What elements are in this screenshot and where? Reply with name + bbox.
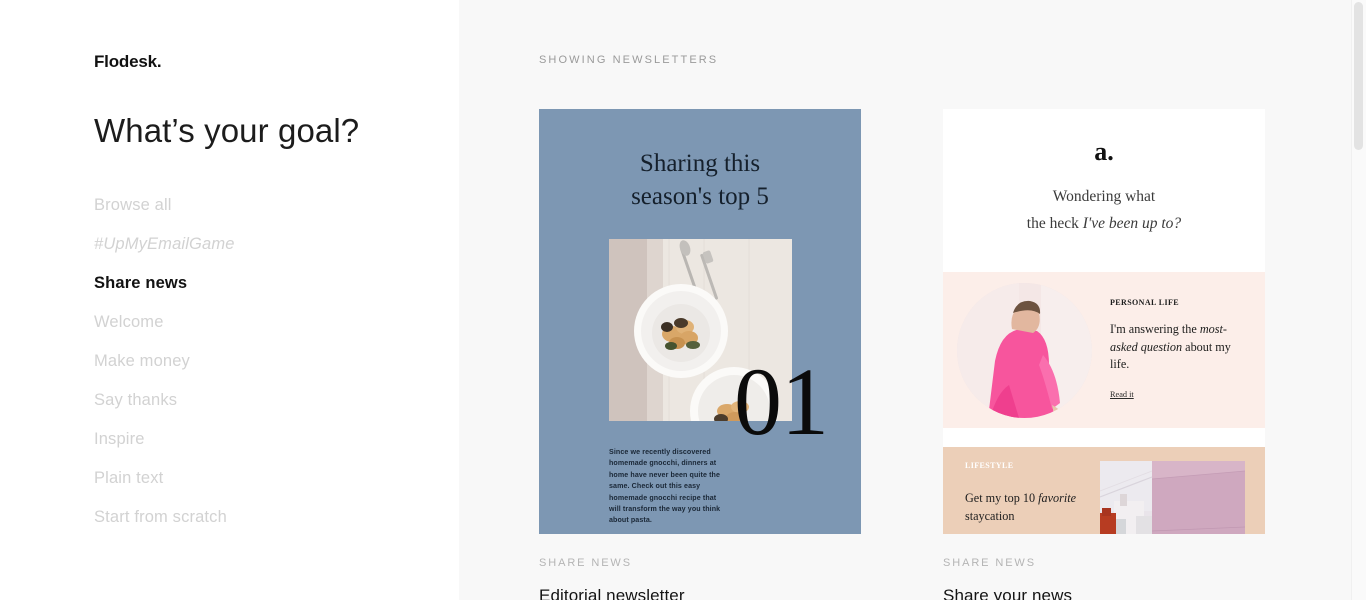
flodesk-logo[interactable]: Flodesk.: [94, 52, 162, 72]
sidebar-item-inspire[interactable]: Inspire: [94, 420, 424, 459]
staycation-photo: [1100, 461, 1245, 534]
template-preview-share-your-news[interactable]: a. Wondering what the heck I've been up …: [943, 109, 1265, 534]
lifestyle-text-italic: favorite: [1038, 491, 1077, 505]
share-subheadline-line2-plain: the heck: [1026, 215, 1083, 232]
goal-nav-list: Browse all #UpMyEmailGame Share news Wel…: [94, 186, 424, 537]
sidebar-item-upmyemailgame[interactable]: #UpMyEmailGame: [94, 225, 424, 264]
lifestyle-section: LIFESTYLE Get my top 10 favorite staycat…: [943, 447, 1265, 534]
staycation-photo-graphic: [1100, 461, 1245, 534]
editorial-issue-number: 01: [734, 348, 829, 455]
personal-life-text-block: PERSONAL LIFE I'm answering the most-ask…: [1110, 298, 1243, 402]
sidebar-item-share-news[interactable]: Share news: [94, 264, 424, 303]
sidebar-item-browse-all[interactable]: Browse all: [94, 186, 424, 225]
personal-life-kicker: PERSONAL LIFE: [1110, 298, 1179, 308]
template-card-editorial-newsletter[interactable]: Sharing this season's top 5 01 Since we …: [539, 109, 861, 600]
editorial-email-mockup: Sharing this season's top 5 01 Since we …: [539, 109, 861, 534]
editorial-body-copy: Since we recently discovered homemade gn…: [609, 448, 721, 525]
share-subheadline-line1: Wondering what: [1052, 188, 1156, 205]
scrollbar-thumb[interactable]: [1354, 2, 1363, 150]
editorial-headline: Sharing this season's top 5: [539, 147, 861, 213]
share-subheadline: Wondering what the heck I've been up to?: [943, 183, 1265, 237]
card-category-label: SHARE NEWS: [539, 557, 632, 569]
sidebar-item-plain-text[interactable]: Plain text: [94, 459, 424, 498]
share-brand-monogram: a.: [1094, 137, 1114, 166]
card-category-label: SHARE NEWS: [943, 557, 1036, 569]
share-header-block: a. Wondering what the heck I've been up …: [943, 109, 1265, 272]
card-title[interactable]: Editorial newsletter: [539, 586, 861, 600]
section-divider: [943, 428, 1265, 447]
lifestyle-paragraph: Get my top 10 favorite staycation: [965, 490, 1100, 525]
share-subheadline-line2: the heck I've been up to?: [943, 210, 1265, 237]
vertical-scrollbar[interactable]: [1351, 0, 1366, 600]
share-news-email-mockup: a. Wondering what the heck I've been up …: [943, 109, 1265, 534]
sidebar-item-make-money[interactable]: Make money: [94, 342, 424, 381]
lifestyle-text-after: staycation: [965, 508, 1015, 523]
lifestyle-text-before: Get my top 10: [965, 491, 1039, 505]
sidebar-item-welcome[interactable]: Welcome: [94, 303, 424, 342]
personal-life-paragraph: I'm answering the most-asked question ab…: [1110, 321, 1243, 374]
page-title: What’s your goal?: [94, 112, 360, 149]
personal-life-text-before: I'm answering the: [1110, 322, 1200, 337]
portrait-graphic: [957, 282, 1092, 418]
sidebar-item-start-from-scratch[interactable]: Start from scratch: [94, 498, 424, 537]
personal-life-portrait: [957, 282, 1092, 418]
editorial-headline-line1: Sharing this: [639, 150, 761, 177]
flodesk-template-browser: Flodesk. What’s your goal? Browse all #U…: [0, 0, 1366, 600]
read-it-link[interactable]: Read it: [1110, 390, 1134, 399]
share-subheadline-line2-italic: I've been up to?: [1082, 215, 1182, 232]
lifestyle-kicker: LIFESTYLE: [965, 461, 1014, 470]
card-title[interactable]: Share your news: [943, 586, 1265, 600]
sidebar-item-say-thanks[interactable]: Say thanks: [94, 381, 424, 420]
template-card-grid: Sharing this season's top 5 01 Since we …: [539, 109, 1265, 600]
sidebar: Flodesk. What’s your goal? Browse all #U…: [0, 0, 459, 600]
editorial-headline-line2: season's top 5: [631, 183, 769, 210]
personal-life-section: PERSONAL LIFE I'm answering the most-ask…: [943, 272, 1265, 428]
lifestyle-text-block: LIFESTYLE Get my top 10 favorite staycat…: [965, 461, 1100, 525]
template-gallery: SHOWING NEWSLETTERS Sharing this season'…: [459, 0, 1366, 600]
gallery-status-label: SHOWING NEWSLETTERS: [539, 54, 719, 66]
template-card-share-your-news[interactable]: a. Wondering what the heck I've been up …: [943, 109, 1265, 600]
template-preview-editorial[interactable]: Sharing this season's top 5 01 Since we …: [539, 109, 861, 534]
